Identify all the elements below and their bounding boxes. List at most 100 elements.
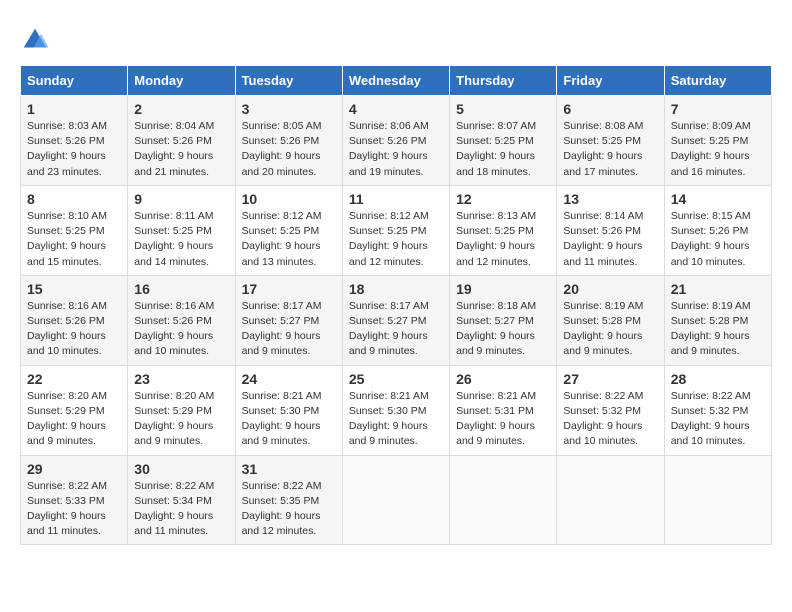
calendar-cell: 12 Sunrise: 8:13 AMSunset: 5:25 PMDayligh… — [450, 185, 557, 275]
calendar-cell: 4 Sunrise: 8:06 AMSunset: 5:26 PMDaylight… — [342, 96, 449, 186]
calendar-week-row: 8 Sunrise: 8:10 AMSunset: 5:25 PMDaylight… — [21, 185, 772, 275]
day-header-monday: Monday — [128, 66, 235, 96]
calendar-week-row: 29 Sunrise: 8:22 AMSunset: 5:33 PMDayligh… — [21, 455, 772, 545]
cell-content: Sunrise: 8:16 AMSunset: 5:26 PMDaylight:… — [27, 299, 121, 360]
calendar-cell: 10 Sunrise: 8:12 AMSunset: 5:25 PMDayligh… — [235, 185, 342, 275]
day-number: 8 — [27, 191, 121, 207]
day-number: 7 — [671, 101, 765, 117]
calendar-cell: 2Sunrise: 8:04 AMSunset: 5:26 PMDaylight… — [128, 96, 235, 186]
cell-content: Sunrise: 8:04 AMSunset: 5:26 PMDaylight:… — [134, 119, 228, 180]
cell-content: Sunrise: 8:14 AMSunset: 5:26 PMDaylight:… — [563, 209, 657, 270]
calendar-cell: 28Sunrise: 8:22 AMSunset: 5:32 PMDayligh… — [664, 365, 771, 455]
cell-content: Sunrise: 8:11 AMSunset: 5:25 PMDaylight:… — [134, 209, 228, 270]
calendar-week-row: 1 Sunrise: 8:03 AMSunset: 5:26 PMDaylight… — [21, 96, 772, 186]
cell-content: Sunrise: 8:20 AMSunset: 5:29 PMDaylight:… — [27, 389, 121, 450]
day-header-sunday: Sunday — [21, 66, 128, 96]
cell-content: Sunrise: 8:17 AMSunset: 5:27 PMDaylight:… — [242, 299, 336, 360]
day-number: 29 — [27, 461, 121, 477]
calendar-cell: 13 Sunrise: 8:14 AMSunset: 5:26 PMDayligh… — [557, 185, 664, 275]
day-number: 14 — [671, 191, 765, 207]
calendar-week-row: 15 Sunrise: 8:16 AMSunset: 5:26 PMDayligh… — [21, 275, 772, 365]
day-number: 5 — [456, 101, 550, 117]
calendar-cell: 19Sunrise: 8:18 AMSunset: 5:27 PMDayligh… — [450, 275, 557, 365]
calendar-cell: 18 Sunrise: 8:17 AMSunset: 5:27 PMDayligh… — [342, 275, 449, 365]
day-number: 18 — [349, 281, 443, 297]
day-number: 3 — [242, 101, 336, 117]
cell-content: Sunrise: 8:12 AMSunset: 5:25 PMDaylight:… — [349, 209, 443, 270]
day-number: 16 — [134, 281, 228, 297]
day-number: 1 — [27, 101, 121, 117]
calendar-cell: 14Sunrise: 8:15 AMSunset: 5:26 PMDayligh… — [664, 185, 771, 275]
logo-icon — [20, 25, 50, 55]
day-number: 11 — [349, 191, 443, 207]
calendar-cell: 27 Sunrise: 8:22 AMSunset: 5:32 PMDayligh… — [557, 365, 664, 455]
cell-content: Sunrise: 8:22 AMSunset: 5:32 PMDaylight:… — [671, 389, 765, 450]
days-header-row: SundayMondayTuesdayWednesdayThursdayFrid… — [21, 66, 772, 96]
day-number: 31 — [242, 461, 336, 477]
day-number: 13 — [563, 191, 657, 207]
day-number: 30 — [134, 461, 228, 477]
day-number: 9 — [134, 191, 228, 207]
calendar-cell: 20 Sunrise: 8:19 AMSunset: 5:28 PMDayligh… — [557, 275, 664, 365]
cell-content: Sunrise: 8:06 AMSunset: 5:26 PMDaylight:… — [349, 119, 443, 180]
day-number: 21 — [671, 281, 765, 297]
calendar-cell: 15 Sunrise: 8:16 AMSunset: 5:26 PMDayligh… — [21, 275, 128, 365]
cell-content: Sunrise: 8:05 AMSunset: 5:26 PMDaylight:… — [242, 119, 336, 180]
cell-content: Sunrise: 8:13 AMSunset: 5:25 PMDaylight:… — [456, 209, 550, 270]
cell-content: Sunrise: 8:10 AMSunset: 5:25 PMDaylight:… — [27, 209, 121, 270]
calendar-cell: 17 Sunrise: 8:17 AMSunset: 5:27 PMDayligh… — [235, 275, 342, 365]
calendar-cell: 24 Sunrise: 8:21 AMSunset: 5:30 PMDayligh… — [235, 365, 342, 455]
calendar-cell: 6Sunrise: 8:08 AMSunset: 5:25 PMDaylight… — [557, 96, 664, 186]
calendar-cell: 5 Sunrise: 8:07 AMSunset: 5:25 PMDaylight… — [450, 96, 557, 186]
cell-content: Sunrise: 8:21 AMSunset: 5:31 PMDaylight:… — [456, 389, 550, 450]
calendar-cell — [557, 455, 664, 545]
day-number: 27 — [563, 371, 657, 387]
day-number: 24 — [242, 371, 336, 387]
day-number: 4 — [349, 101, 443, 117]
calendar-cell: 11 Sunrise: 8:12 AMSunset: 5:25 PMDayligh… — [342, 185, 449, 275]
day-number: 17 — [242, 281, 336, 297]
cell-content: Sunrise: 8:21 AMSunset: 5:30 PMDaylight:… — [242, 389, 336, 450]
calendar-cell — [450, 455, 557, 545]
day-header-tuesday: Tuesday — [235, 66, 342, 96]
calendar-cell: 22Sunrise: 8:20 AMSunset: 5:29 PMDayligh… — [21, 365, 128, 455]
cell-content: Sunrise: 8:19 AMSunset: 5:28 PMDaylight:… — [563, 299, 657, 360]
calendar-cell: 29 Sunrise: 8:22 AMSunset: 5:33 PMDayligh… — [21, 455, 128, 545]
cell-content: Sunrise: 8:22 AMSunset: 5:35 PMDaylight:… — [242, 479, 336, 540]
calendar-cell: 8 Sunrise: 8:10 AMSunset: 5:25 PMDaylight… — [21, 185, 128, 275]
cell-content: Sunrise: 8:12 AMSunset: 5:25 PMDaylight:… — [242, 209, 336, 270]
day-number: 20 — [563, 281, 657, 297]
calendar-cell — [342, 455, 449, 545]
cell-content: Sunrise: 8:07 AMSunset: 5:25 PMDaylight:… — [456, 119, 550, 180]
calendar-cell: 1 Sunrise: 8:03 AMSunset: 5:26 PMDaylight… — [21, 96, 128, 186]
header — [20, 20, 772, 55]
calendar-table: SundayMondayTuesdayWednesdayThursdayFrid… — [20, 65, 772, 545]
calendar-cell: 7 Sunrise: 8:09 AMSunset: 5:25 PMDaylight… — [664, 96, 771, 186]
cell-content: Sunrise: 8:20 AMSunset: 5:29 PMDaylight:… — [134, 389, 228, 450]
day-number: 12 — [456, 191, 550, 207]
day-number: 10 — [242, 191, 336, 207]
calendar-cell: 26 Sunrise: 8:21 AMSunset: 5:31 PMDayligh… — [450, 365, 557, 455]
calendar-cell — [664, 455, 771, 545]
day-number: 26 — [456, 371, 550, 387]
cell-content: Sunrise: 8:08 AMSunset: 5:25 PMDaylight:… — [563, 119, 657, 180]
calendar-cell: 30 Sunrise: 8:22 AMSunset: 5:34 PMDayligh… — [128, 455, 235, 545]
day-header-wednesday: Wednesday — [342, 66, 449, 96]
cell-content: Sunrise: 8:09 AMSunset: 5:25 PMDaylight:… — [671, 119, 765, 180]
cell-content: Sunrise: 8:22 AMSunset: 5:34 PMDaylight:… — [134, 479, 228, 540]
cell-content: Sunrise: 8:18 AMSunset: 5:27 PMDaylight:… — [456, 299, 550, 360]
day-number: 15 — [27, 281, 121, 297]
calendar-cell: 25Sunrise: 8:21 AMSunset: 5:30 PMDayligh… — [342, 365, 449, 455]
cell-content: Sunrise: 8:17 AMSunset: 5:27 PMDaylight:… — [349, 299, 443, 360]
day-number: 23 — [134, 371, 228, 387]
calendar-cell: 9 Sunrise: 8:11 AMSunset: 5:25 PMDaylight… — [128, 185, 235, 275]
day-number: 25 — [349, 371, 443, 387]
cell-content: Sunrise: 8:03 AMSunset: 5:26 PMDaylight:… — [27, 119, 121, 180]
cell-content: Sunrise: 8:16 AMSunset: 5:26 PMDaylight:… — [134, 299, 228, 360]
day-header-thursday: Thursday — [450, 66, 557, 96]
calendar-cell: 23 Sunrise: 8:20 AMSunset: 5:29 PMDayligh… — [128, 365, 235, 455]
calendar-cell: 3 Sunrise: 8:05 AMSunset: 5:26 PMDaylight… — [235, 96, 342, 186]
cell-content: Sunrise: 8:22 AMSunset: 5:32 PMDaylight:… — [563, 389, 657, 450]
calendar-cell: 16 Sunrise: 8:16 AMSunset: 5:26 PMDayligh… — [128, 275, 235, 365]
cell-content: Sunrise: 8:22 AMSunset: 5:33 PMDaylight:… — [27, 479, 121, 540]
